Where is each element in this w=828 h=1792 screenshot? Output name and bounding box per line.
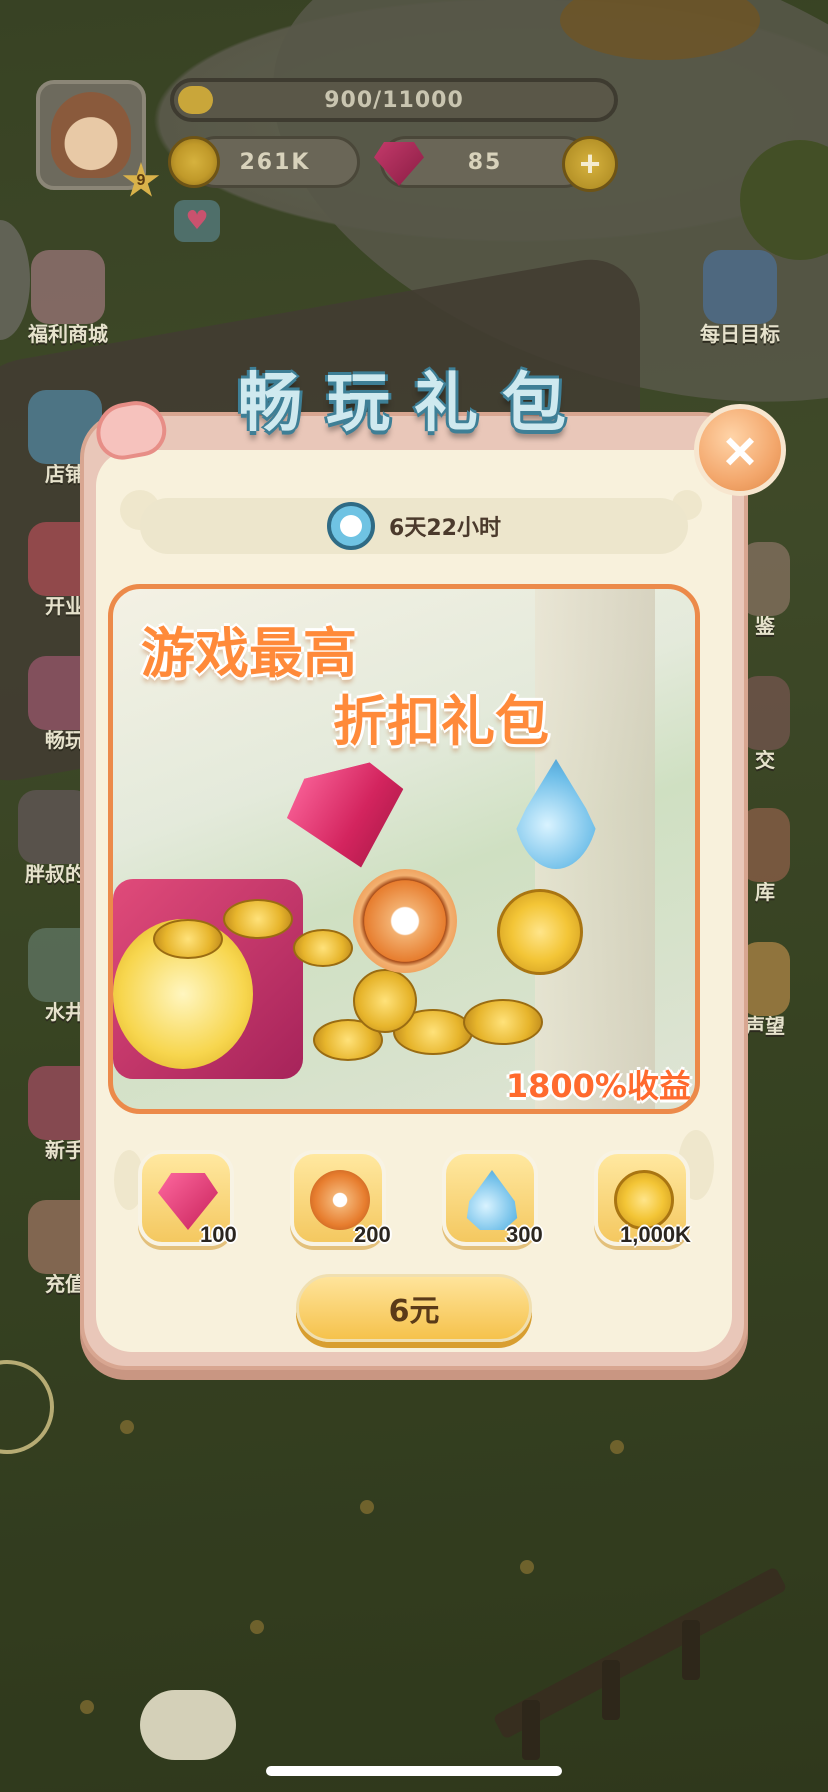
flower-icon: [310, 1170, 370, 1230]
banner-headline-2: 折扣礼包: [333, 690, 549, 753]
coin-icon: [497, 889, 583, 975]
gem-icon: [158, 1173, 218, 1230]
add-gems-button[interactable]: +: [562, 136, 618, 192]
price-label: 6元: [388, 1294, 440, 1329]
avatar-portrait: [51, 92, 131, 178]
gem-icon: [279, 756, 420, 882]
timer-text: 6天22小时: [389, 516, 501, 541]
reward-quantity: 1,000K: [620, 1222, 691, 1247]
welfare-shop-icon: [31, 250, 105, 324]
coin-icon: [614, 1170, 674, 1230]
water-drop-icon: [466, 1170, 518, 1230]
home-indicator[interactable]: [266, 1766, 562, 1776]
plus-icon: +: [579, 143, 601, 184]
side-button-welfare-shop[interactable]: 福利商城: [28, 250, 108, 347]
heart-button[interactable]: ♥: [174, 200, 220, 242]
banner-headline-1: 游戏最高: [141, 622, 357, 685]
coin-icon: [168, 136, 220, 188]
reward-quantity: 200: [354, 1222, 391, 1247]
close-icon: ×: [723, 418, 757, 482]
flower-icon: [353, 869, 457, 973]
profit-label: 1800%收益: [505, 1067, 691, 1105]
side-button-daily-goal[interactable]: 每日目标: [700, 250, 780, 347]
xp-progress-bar: 900/11000: [170, 78, 618, 122]
player-avatar[interactable]: [36, 80, 146, 190]
calendar-icon: [703, 250, 777, 324]
alarm-clock-icon: [327, 502, 376, 550]
coin-count: 261K: [239, 149, 311, 175]
countdown-timer: 6天22小时: [140, 498, 688, 554]
heart-icon: ♥: [185, 206, 209, 236]
xp-text: 900/11000: [324, 88, 464, 113]
close-button[interactable]: ×: [694, 404, 786, 496]
promo-banner: 游戏最高 折扣礼包 1800%收益: [108, 584, 700, 1114]
buy-button[interactable]: 6元: [296, 1274, 532, 1342]
reward-quantity: 100: [200, 1222, 237, 1247]
gem-count: 85: [467, 149, 503, 175]
chat-button[interactable]: [140, 1690, 236, 1760]
reward-quantity: 300: [506, 1222, 543, 1247]
